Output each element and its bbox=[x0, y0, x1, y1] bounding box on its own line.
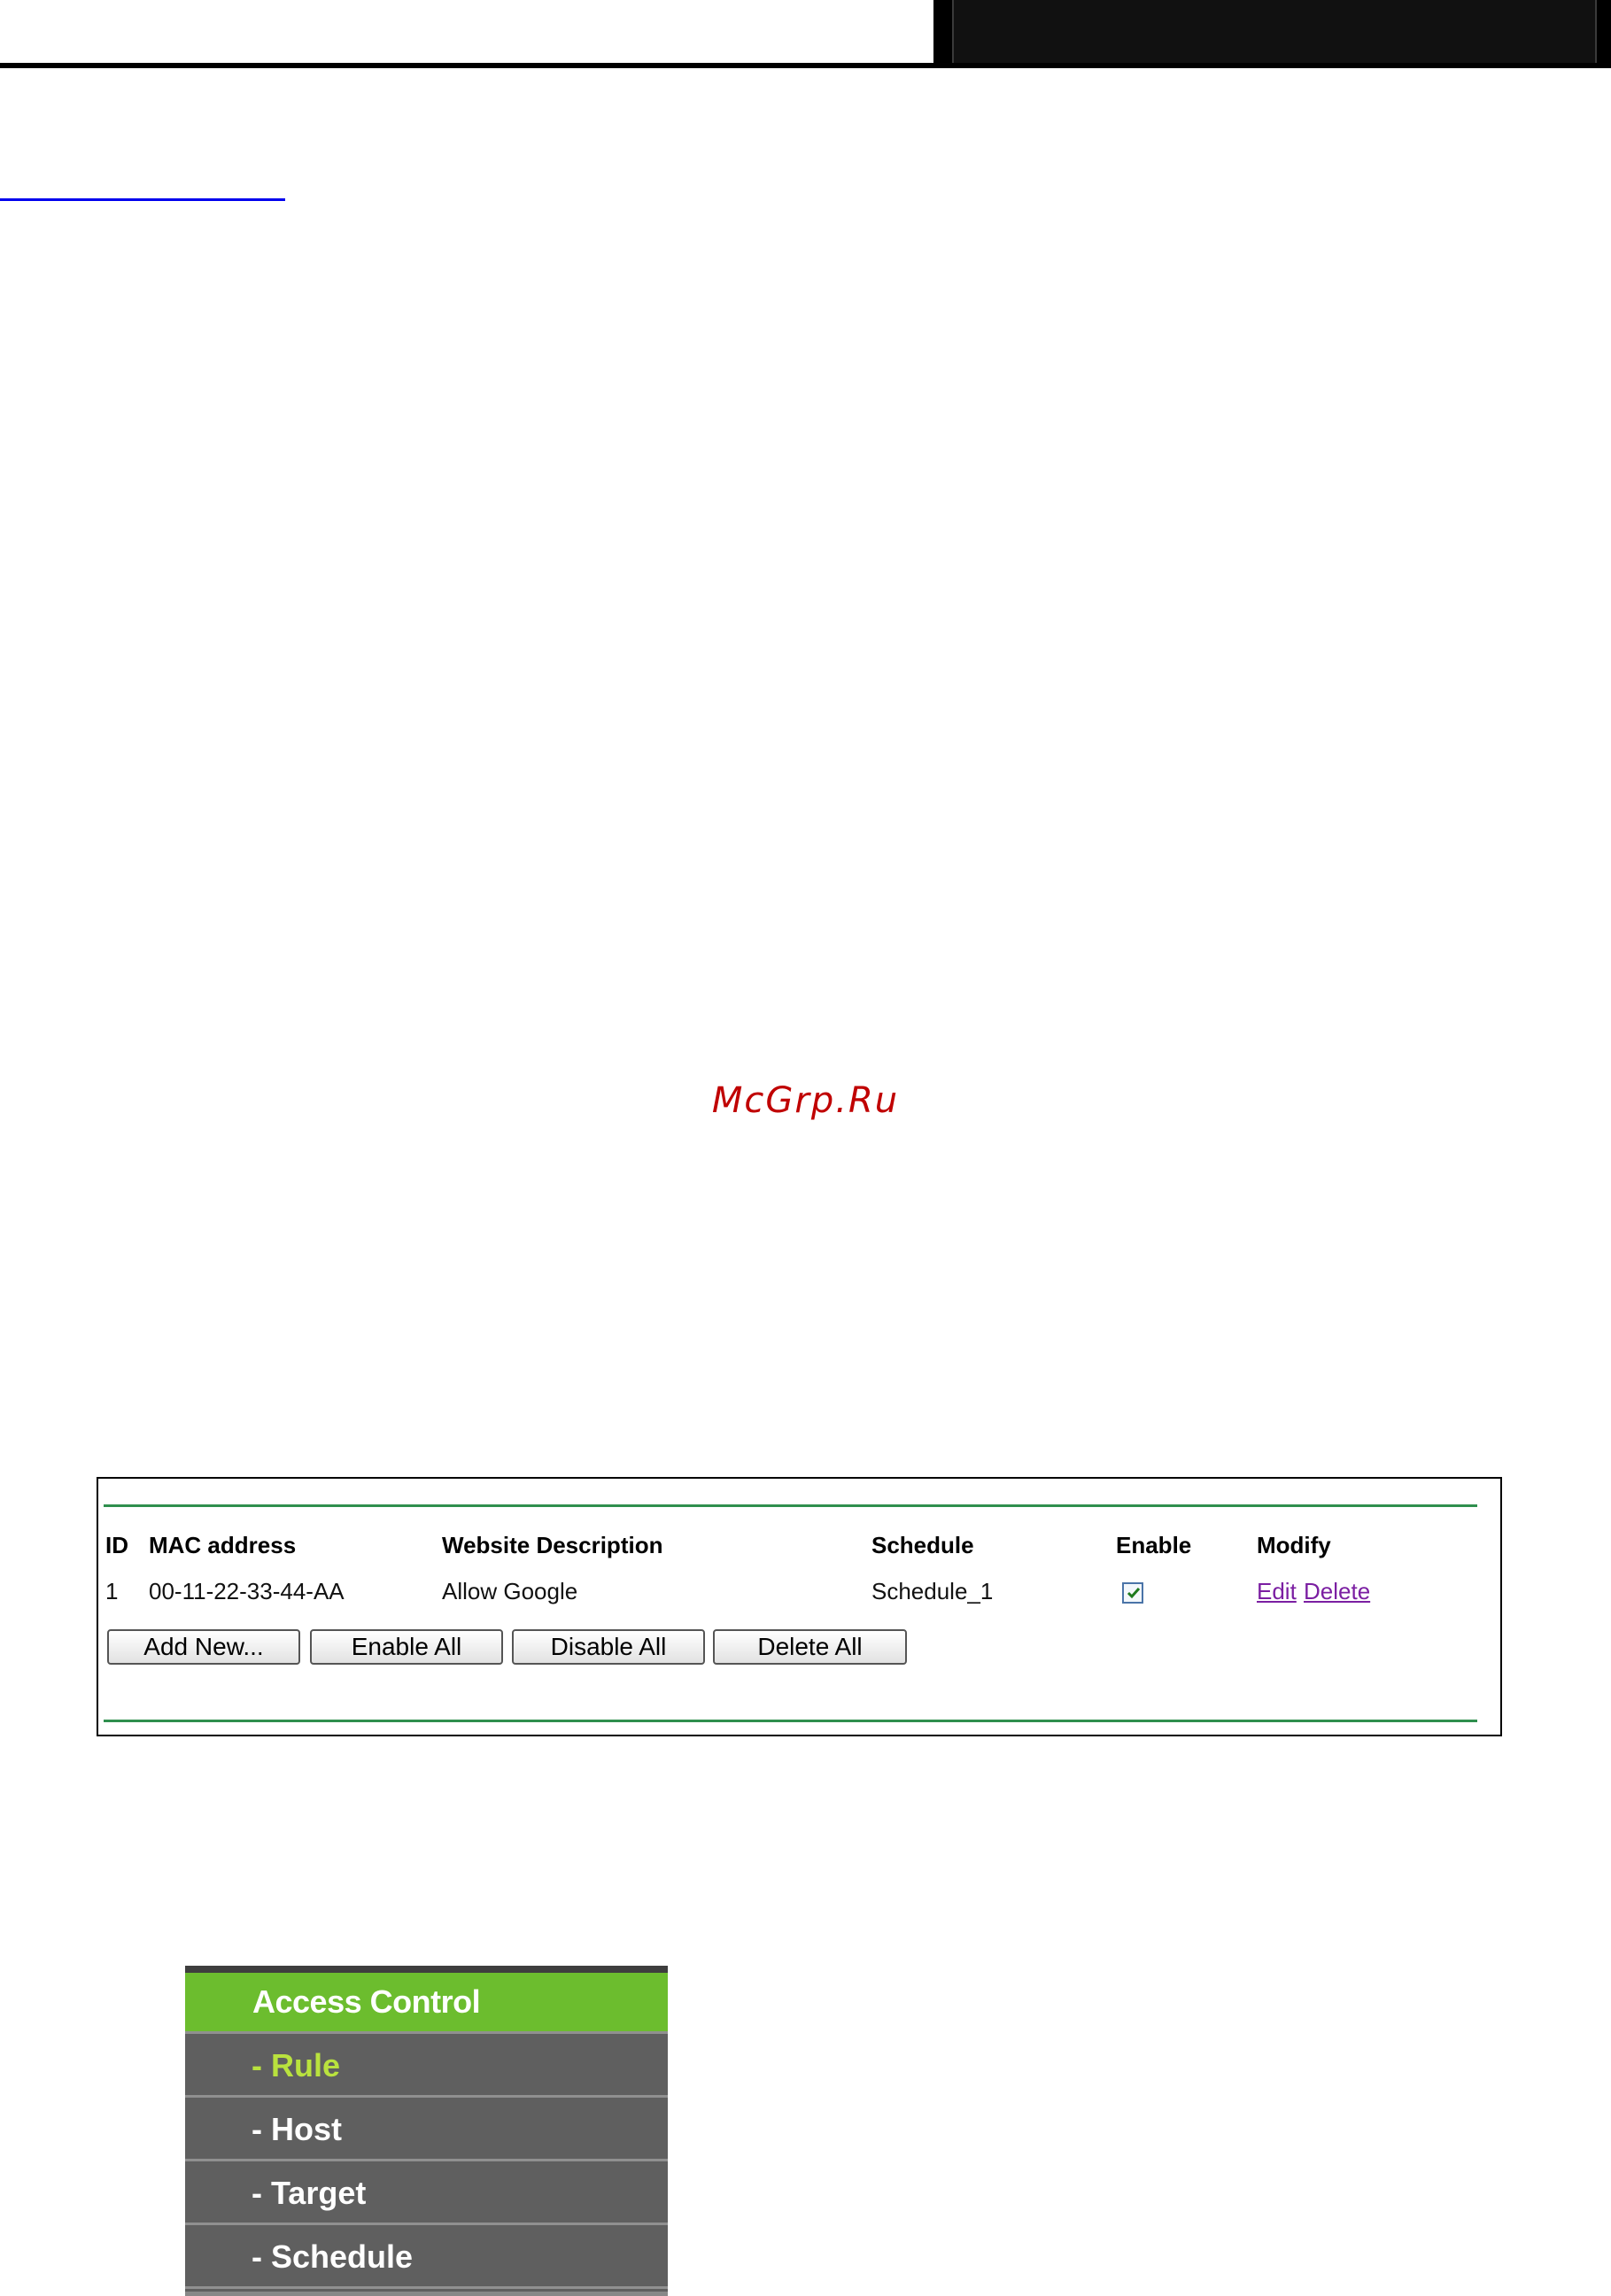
enable-all-button[interactable]: Enable All bbox=[310, 1629, 503, 1665]
header-dark-panel bbox=[952, 0, 1597, 63]
add-new-button[interactable]: Add New... bbox=[107, 1629, 300, 1665]
menu-item-host[interactable]: - Host bbox=[185, 2100, 668, 2161]
column-header-mac: MAC address bbox=[149, 1532, 297, 1558]
delete-all-button[interactable]: Delete All bbox=[713, 1629, 907, 1665]
row-mac: 00-11-22-33-44-AA bbox=[149, 1578, 345, 1604]
menu-item-target[interactable]: - Target bbox=[185, 2164, 668, 2225]
access-control-rule-table: ID MAC address Website Description Sched… bbox=[97, 1477, 1502, 1736]
menu-item-schedule[interactable]: - Schedule bbox=[185, 2228, 668, 2289]
column-header-modify: Modify bbox=[1257, 1532, 1331, 1558]
menu-item-rule[interactable]: - Rule bbox=[185, 2037, 668, 2098]
enable-checkbox[interactable] bbox=[1122, 1582, 1143, 1604]
menu-top-bar bbox=[185, 1966, 668, 1973]
row-id: 1 bbox=[105, 1578, 119, 1604]
row-description: Allow Google bbox=[442, 1578, 578, 1604]
menu-item-access-control[interactable]: Access Control bbox=[185, 1973, 668, 2034]
checkmark-icon bbox=[1127, 1588, 1141, 1599]
menu-bottom-edge bbox=[185, 2292, 668, 2296]
column-header-id: ID bbox=[105, 1532, 128, 1558]
column-header-description: Website Description bbox=[442, 1532, 663, 1558]
edit-link[interactable]: Edit bbox=[1257, 1578, 1297, 1605]
access-control-menu: Access Control - Rule - Host - Target - … bbox=[185, 1966, 668, 2296]
disable-all-button[interactable]: Disable All bbox=[512, 1629, 705, 1665]
delete-link[interactable]: Delete bbox=[1304, 1578, 1370, 1605]
row-schedule: Schedule_1 bbox=[871, 1578, 994, 1604]
hyperlink-underline[interactable] bbox=[0, 198, 285, 201]
watermark: McGrp.Ru bbox=[711, 1080, 900, 1121]
table-bottom-divider bbox=[104, 1720, 1477, 1722]
column-header-enable: Enable bbox=[1116, 1532, 1192, 1558]
table-top-divider bbox=[104, 1504, 1477, 1507]
column-header-schedule: Schedule bbox=[871, 1532, 974, 1558]
